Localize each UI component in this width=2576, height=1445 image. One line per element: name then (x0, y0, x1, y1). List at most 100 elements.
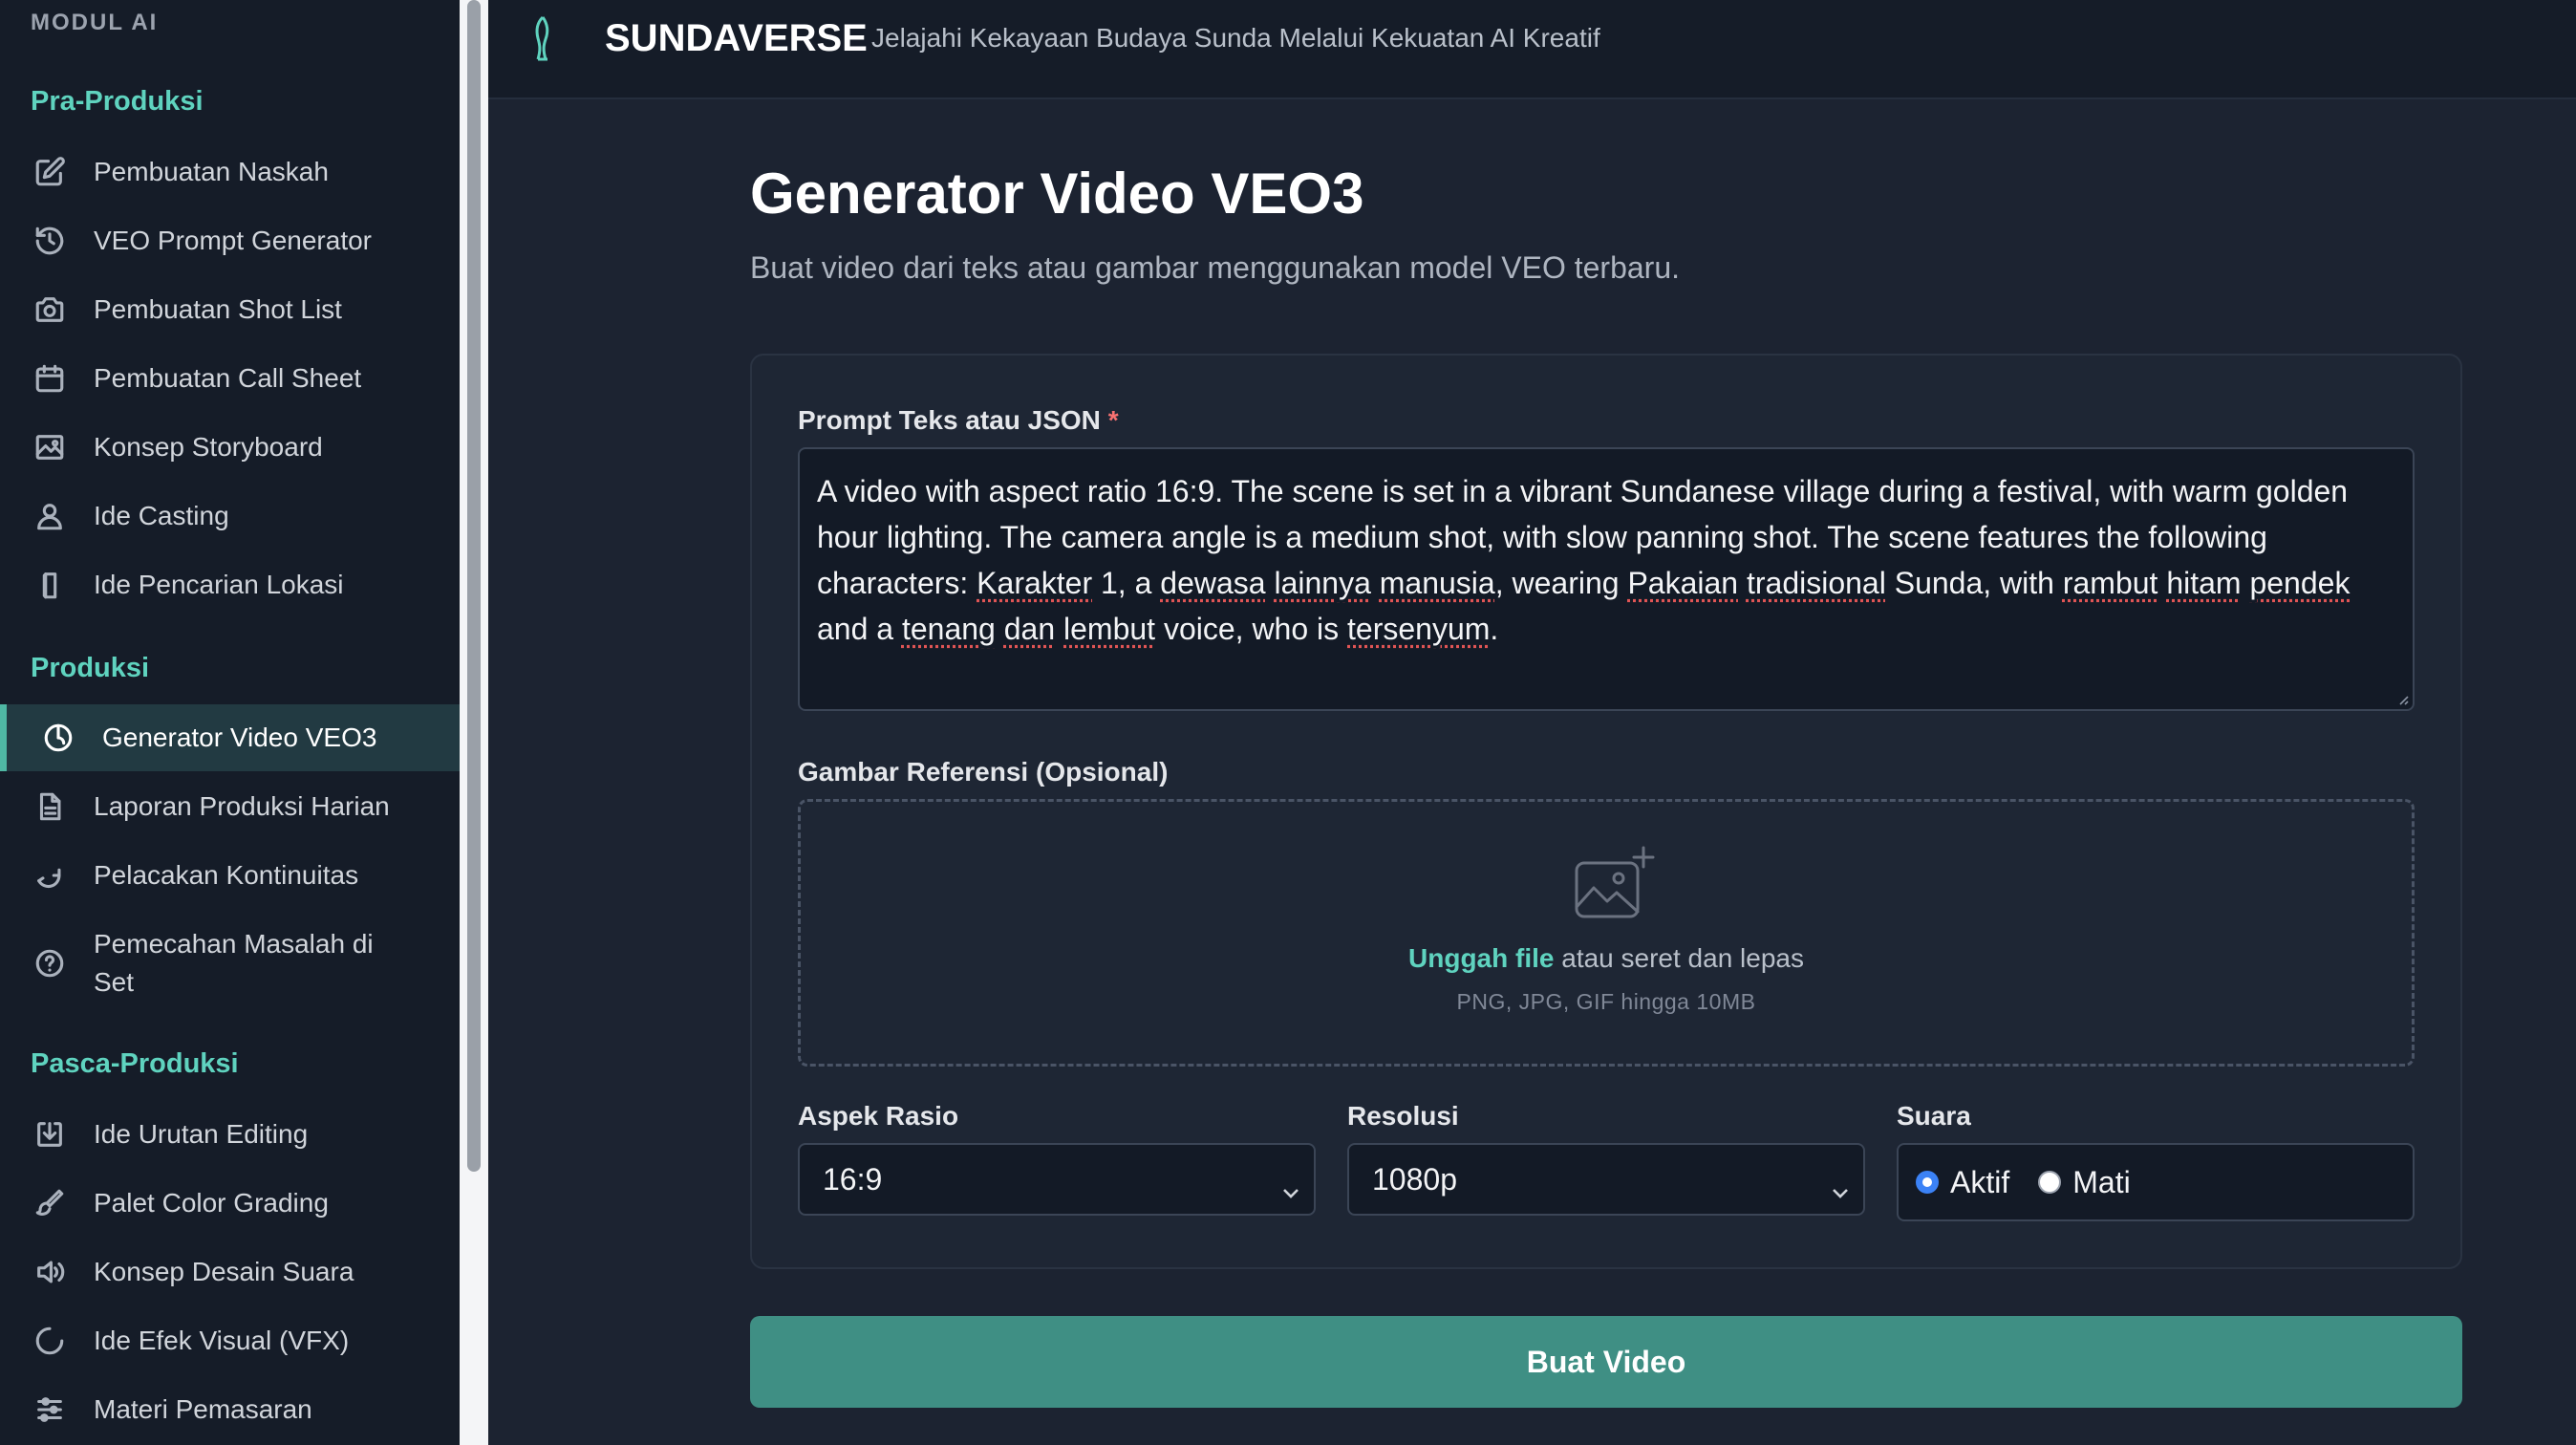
spellcheck-word: pendek (2249, 566, 2351, 600)
sidebar-item-pemecahan-masalah-di-set[interactable]: Pemecahan Masalah di Set (0, 917, 460, 1009)
speaker-icon (32, 1255, 67, 1289)
sidebar-item-konsep-storyboard[interactable]: Konsep Storyboard (0, 414, 460, 481)
sidebar-item-label: Ide Efek Visual (VFX) (94, 1326, 350, 1355)
sound-label: Suara (1897, 1101, 1971, 1131)
image-dropzone[interactable]: Unggah file atau seret dan lepas PNG, JP… (798, 799, 2415, 1067)
camera-icon (32, 292, 67, 327)
sidebar-item-label: Ide Casting (94, 501, 229, 530)
sidebar-item-label: Ide Pencarian Lokasi (94, 570, 344, 599)
upload-drag-text: atau seret dan lepas (1554, 943, 1804, 973)
spellcheck-word: tersenyum (1347, 612, 1491, 646)
page-title: Generator Video VEO3 (750, 162, 1364, 226)
upload-instructions: Unggah file atau seret dan lepas (801, 943, 2412, 974)
help-circle-icon (32, 946, 67, 981)
section-title-pra-produksi: Pra-Produksi (31, 86, 204, 117)
sound-option-aktif[interactable]: Aktif (1916, 1165, 2009, 1200)
section-title-pasca-produksi: Pasca-Produksi (31, 1048, 239, 1079)
sidebar-item-label: Pelacakan Kontinuitas (94, 860, 359, 890)
aspect-ratio-value: 16:9 (823, 1161, 883, 1197)
resolution-label: Resolusi (1347, 1101, 1459, 1131)
upload-hint: PNG, JPG, GIF hingga 10MB (1456, 989, 1756, 1014)
edit-icon (32, 155, 67, 189)
prompt-text-segment (1055, 612, 1063, 646)
sidebar-item-label: Ide Urutan Editing (94, 1119, 309, 1149)
spellcheck-word: tenang (901, 612, 996, 646)
upload-file-link[interactable]: Unggah file (1408, 943, 1554, 973)
prompt-text-segment (1371, 566, 1380, 600)
prompt-text-segment (996, 612, 1004, 646)
aspect-ratio-select[interactable]: 16:9 (798, 1143, 1316, 1216)
sidebar-item-pembuatan-shot-list[interactable]: Pembuatan Shot List (0, 276, 460, 343)
sidebar-item-ide-urutan-editing[interactable]: Ide Urutan Editing (0, 1101, 460, 1168)
sidebar-item-label: Pemecahan Masalah di Set (94, 929, 374, 997)
prompt-text-segment: , wearing (1494, 566, 1628, 600)
sidebar-item-generator-video-veo3[interactable]: Generator Video VEO3 (0, 704, 460, 771)
sidebar-item-ide-pencarian-lokasi[interactable]: Ide Pencarian Lokasi (0, 551, 460, 618)
spellcheck-word: hitam (2166, 566, 2242, 600)
prompt-text-segment: and a (817, 612, 902, 646)
sidebar-module-label: MODUL AI (31, 10, 159, 35)
sidebar: MODUL AI Pra-Produksi Pembuatan Naskah V… (0, 0, 460, 1445)
sidebar-item-laporan-produksi-harian[interactable]: Laporan Produksi Harian (0, 773, 460, 840)
prompt-text-segment (1738, 566, 1747, 600)
sidebar-item-materi-pemasaran[interactable]: Materi Pemasaran (0, 1376, 460, 1443)
return-arrow-icon (32, 858, 67, 893)
sound-option-label: Mati (2072, 1164, 2131, 1199)
image-plus-icon (1573, 844, 1657, 920)
prompt-text-segment (2157, 566, 2166, 600)
prompt-text-segment: . (1490, 612, 1499, 646)
prompt-label-text: Prompt Teks atau JSON (798, 405, 1101, 435)
import-icon (32, 1117, 67, 1152)
sidebar-item-konsep-desain-suara[interactable]: Konsep Desain Suara (0, 1239, 460, 1305)
power-icon (41, 721, 75, 755)
sidebar-item-label: Laporan Produksi Harian (94, 791, 390, 821)
spellcheck-word: manusia (1379, 566, 1495, 600)
history-icon (32, 224, 67, 258)
prompt-label: Prompt Teks atau JSON * (798, 405, 1119, 436)
sidebar-item-palet-color-grading[interactable]: Palet Color Grading (0, 1170, 460, 1237)
sidebar-item-label: Generator Video VEO3 (102, 722, 377, 752)
prompt-textarea[interactable]: A video with aspect ratio 16:9. The scen… (798, 447, 2415, 711)
sidebar-scrollbar-thumb[interactable] (467, 0, 481, 1172)
sidebar-item-ide-efek-visual[interactable]: Ide Efek Visual (VFX) (0, 1307, 460, 1374)
create-video-button[interactable]: Buat Video (750, 1316, 2462, 1408)
sidebar-item-veo-prompt-generator[interactable]: VEO Prompt Generator (0, 207, 460, 274)
sound-radio-group: Aktif Mati (1897, 1143, 2415, 1221)
chevron-down-icon (1281, 1172, 1300, 1198)
user-icon (32, 499, 67, 533)
resolution-value: 1080p (1372, 1161, 1457, 1197)
resize-grip-icon[interactable] (2395, 692, 2409, 705)
radio-unselected-icon[interactable] (2038, 1171, 2062, 1194)
sliders-icon (32, 1392, 67, 1427)
sidebar-item-label: Konsep Desain Suara (94, 1257, 354, 1286)
calendar-icon (32, 361, 67, 396)
resolution-select[interactable]: 1080p (1347, 1143, 1865, 1216)
prompt-text-segment: voice, who is (1155, 612, 1348, 646)
spellcheck-word: rambut (2062, 566, 2158, 600)
sidebar-item-ide-casting[interactable]: Ide Casting (0, 483, 460, 550)
brand-tagline: Jelajahi Kekayaan Budaya Sunda Melalui K… (871, 23, 1600, 53)
sidebar-item-label: Konsep Storyboard (94, 432, 323, 462)
prompt-text-segment: Sunda, with (1885, 566, 2063, 600)
chevron-down-icon (1831, 1172, 1850, 1198)
document-icon (32, 789, 67, 824)
sidebar-item-pembuatan-call-sheet[interactable]: Pembuatan Call Sheet (0, 345, 460, 412)
radio-selected-icon[interactable] (1916, 1171, 1939, 1194)
sidebar-item-pelacakan-kontinuitas[interactable]: Pelacakan Kontinuitas (0, 842, 460, 909)
prompt-text-segment: 1, a (1092, 566, 1161, 600)
prompt-text: A video with aspect ratio 16:9. The scen… (817, 474, 2350, 646)
door-icon (32, 568, 67, 602)
spellcheck-word: tradisional (1746, 566, 1886, 600)
sidebar-item-label: Materi Pemasaran (94, 1394, 312, 1424)
spellcheck-word: dan (1003, 612, 1056, 646)
sidebar-item-pembuatan-naskah[interactable]: Pembuatan Naskah (0, 139, 460, 205)
spellcheck-word: dewasa (1160, 566, 1266, 600)
spinner-circle-icon (32, 1324, 67, 1358)
sidebar-item-label: VEO Prompt Generator (94, 226, 373, 255)
spellcheck-word: Pakaian (1627, 566, 1739, 600)
sound-option-mati[interactable]: Mati (2038, 1164, 2131, 1200)
sidebar-item-label: Palet Color Grading (94, 1188, 329, 1218)
aspect-ratio-label: Aspek Rasio (798, 1101, 959, 1131)
kujang-logo-icon (526, 13, 559, 67)
sidebar-item-label: Pembuatan Shot List (94, 294, 342, 324)
